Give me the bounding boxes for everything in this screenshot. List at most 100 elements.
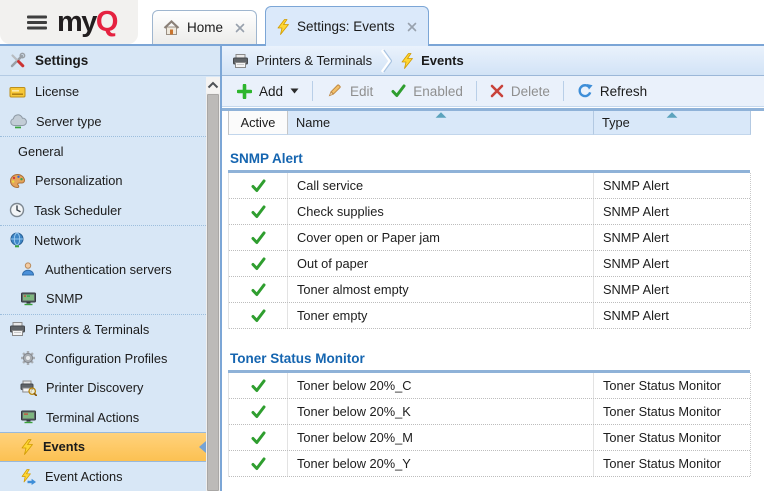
sidebar-item-label: Task Scheduler <box>34 203 122 218</box>
delete-icon <box>490 84 504 98</box>
enabled-button[interactable]: Enabled <box>382 78 472 104</box>
table-row[interactable]: Check suppliesSNMP Alert <box>229 199 750 225</box>
group-header: Toner Status Monitor <box>228 351 750 370</box>
sidebar-item-license[interactable]: License <box>0 77 206 107</box>
sidebar-item-authentication-servers[interactable]: Authentication servers <box>0 255 206 285</box>
table-row[interactable]: Toner below 20%_MToner Status Monitor <box>229 425 750 451</box>
sidebar-item-label: Printer Discovery <box>46 380 143 395</box>
task-scheduler-icon <box>9 202 25 218</box>
sidebar-item-task-scheduler[interactable]: Task Scheduler <box>0 195 206 225</box>
check-icon <box>251 231 266 245</box>
toolbar-separator <box>476 81 477 101</box>
table-row[interactable]: Toner almost emptySNMP Alert <box>229 277 750 303</box>
sidebar-item-label: Network <box>34 233 81 248</box>
column-header-name[interactable]: Name <box>288 111 594 135</box>
sidebar-item-events[interactable]: Events <box>0 432 206 462</box>
cell-type: Toner Status Monitor <box>594 399 751 424</box>
column-header-type[interactable]: Type <box>594 111 751 135</box>
table-row[interactable]: Out of paperSNMP Alert <box>229 251 750 277</box>
settings-icon <box>9 52 26 69</box>
sidebar-item-printer-discovery[interactable]: Printer Discovery <box>0 373 206 403</box>
sidebar-menu: License Server typeGeneral Personalization… <box>0 77 206 491</box>
tab-bar: HomeSettings: Events <box>152 0 429 46</box>
sidebar-item-snmp[interactable]: SNMP <box>0 284 206 314</box>
printer-discovery-icon <box>20 380 37 396</box>
table-row[interactable]: Call serviceSNMP Alert <box>229 173 750 199</box>
app-logo[interactable]: myQ <box>0 0 138 44</box>
cell-name: Toner below 20%_M <box>288 425 594 450</box>
cell-name: Call service <box>288 173 594 198</box>
check-icon <box>251 257 266 271</box>
network-icon <box>9 232 25 249</box>
column-header-label: Active <box>241 115 276 130</box>
check-icon <box>251 457 266 471</box>
cell-type: SNMP Alert <box>594 303 751 328</box>
group-header: SNMP Alert <box>228 151 750 170</box>
hamburger-menu-icon[interactable] <box>26 14 48 31</box>
tab-home[interactable]: Home <box>152 10 257 44</box>
printer-icon <box>232 53 249 69</box>
events-table: ActiveNameType SNMP AlertCall serviceSNM… <box>222 108 764 491</box>
server-type-icon <box>9 114 27 129</box>
button-label: Enabled <box>413 84 463 99</box>
sidebar-item-label: SNMP <box>46 291 83 306</box>
chevron-up-icon <box>207 81 219 89</box>
button-label: Edit <box>350 84 373 99</box>
cell-type: SNMP Alert <box>594 277 751 302</box>
sidebar-item-printers-terminals[interactable]: Printers & Terminals <box>0 314 206 344</box>
check-icon <box>251 405 266 419</box>
cell-type: SNMP Alert <box>594 251 751 276</box>
tab-settings-events[interactable]: Settings: Events <box>265 6 429 46</box>
breadcrumb-label: Events <box>421 53 464 68</box>
sidebar-scrollbar[interactable] <box>206 77 220 491</box>
table-row[interactable]: Toner below 20%_CToner Status Monitor <box>229 373 750 399</box>
auth-servers-icon <box>20 261 36 277</box>
tab-close-icon[interactable] <box>234 22 246 34</box>
license-icon <box>9 84 26 100</box>
sidebar-item-network[interactable]: Network <box>0 225 206 255</box>
sidebar-item-general[interactable]: General <box>0 136 206 166</box>
sidebar-item-event-actions[interactable]: Event Actions <box>0 462 206 491</box>
edit-button[interactable]: Edit <box>317 78 382 104</box>
cell-active <box>229 373 288 398</box>
sidebar-item-server-type[interactable]: Server type <box>0 107 206 137</box>
column-header-label: Type <box>602 115 630 130</box>
sidebar-item-label: License <box>35 84 79 99</box>
sidebar-item-terminal-actions[interactable]: Terminal Actions <box>0 403 206 433</box>
check-icon <box>251 283 266 297</box>
breadcrumb-item-events[interactable]: Events <box>400 53 464 69</box>
cell-name: Toner below 20%_Y <box>288 451 594 476</box>
sidebar-item-label: Personalization <box>35 173 123 188</box>
personalization-icon <box>9 173 26 189</box>
cell-active <box>229 173 288 198</box>
column-header-label: Name <box>296 115 330 130</box>
chevron-separator-icon <box>380 48 392 74</box>
cell-active <box>229 277 288 302</box>
button-label: Refresh <box>600 84 647 99</box>
snmp-icon <box>20 291 37 307</box>
house-icon <box>163 20 180 36</box>
cell-active <box>229 199 288 224</box>
scrollbar-thumb[interactable] <box>207 94 219 491</box>
sidebar-item-personalization[interactable]: Personalization <box>0 166 206 196</box>
table-row[interactable]: Toner below 20%_KToner Status Monitor <box>229 399 750 425</box>
breadcrumb: Printers & Terminals Events <box>222 46 764 76</box>
button-label: Add <box>259 84 283 99</box>
table-row[interactable]: Toner emptySNMP Alert <box>229 303 750 329</box>
cell-type: SNMP Alert <box>594 199 751 224</box>
delete-button[interactable]: Delete <box>481 78 559 104</box>
enabled-icon <box>391 84 406 98</box>
breadcrumb-item-printers-terminals[interactable]: Printers & Terminals <box>232 53 372 69</box>
cell-active <box>229 425 288 450</box>
group-rows: Toner below 20%_CToner Status MonitorTon… <box>228 373 750 477</box>
table-row[interactable]: Toner below 20%_YToner Status Monitor <box>229 451 750 477</box>
table-row[interactable]: Cover open or Paper jamSNMP Alert <box>229 225 750 251</box>
refresh-button[interactable]: Refresh <box>568 78 656 104</box>
sidebar-item-configuration-profiles[interactable]: Configuration Profiles <box>0 343 206 373</box>
check-icon <box>251 309 266 323</box>
sidebar-item-label: Events <box>43 439 85 454</box>
group-rows: Call serviceSNMP AlertCheck suppliesSNMP… <box>228 173 750 329</box>
scroll-up-button[interactable] <box>206 77 220 93</box>
add-button[interactable]: Add <box>228 78 308 104</box>
tab-close-icon[interactable] <box>406 21 418 33</box>
